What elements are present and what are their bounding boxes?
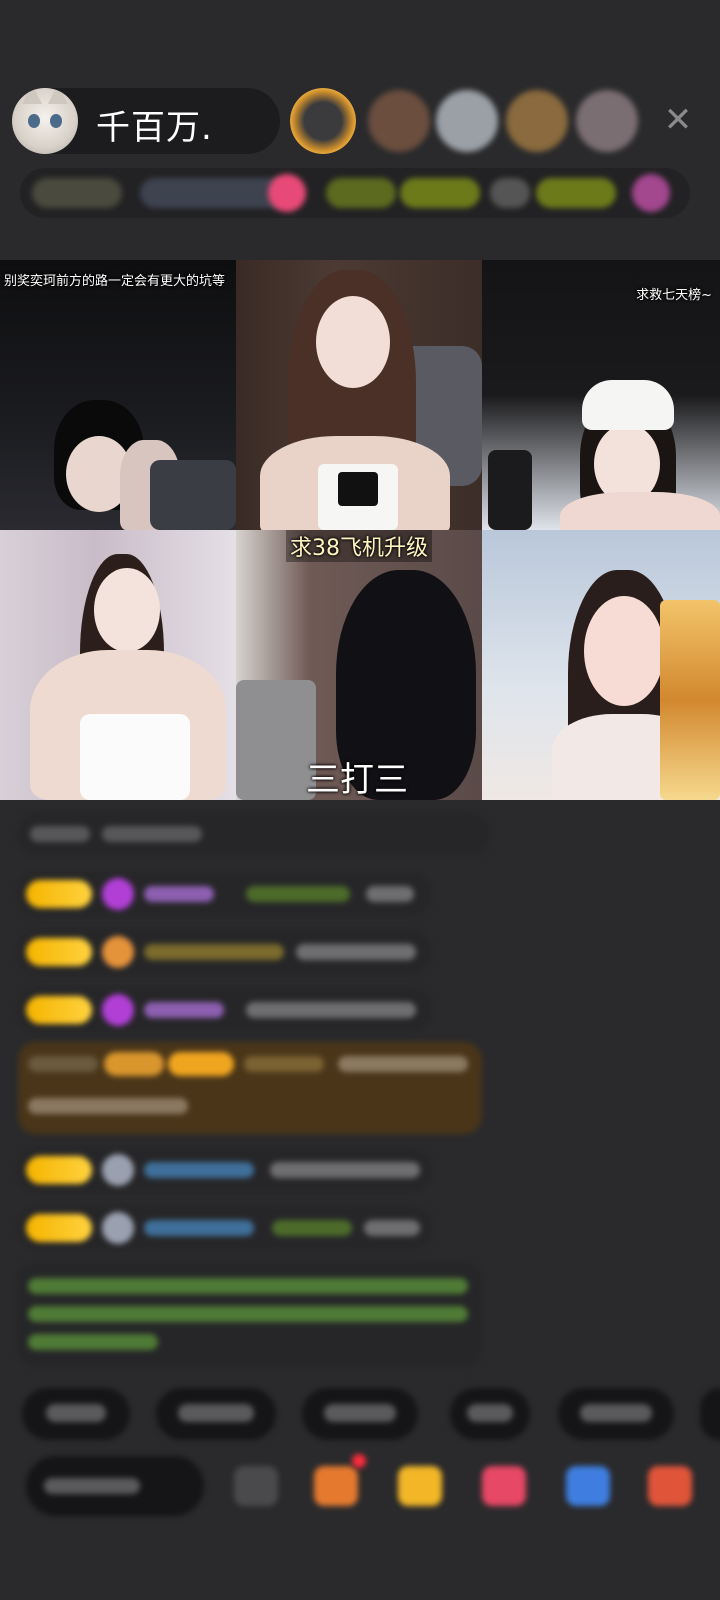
diamond-icon <box>102 994 134 1026</box>
message-text <box>364 1220 420 1236</box>
user-avatar <box>102 1212 134 1244</box>
diamond-icon <box>102 878 134 910</box>
message-text <box>270 1162 420 1178</box>
avatar-ear <box>22 88 42 104</box>
streamer-top <box>80 714 190 800</box>
username <box>144 1220 254 1236</box>
host-avatar[interactable] <box>12 88 78 154</box>
stream-tile[interactable]: 求38飞机升级 三打三 <box>236 530 482 800</box>
viewer-avatar[interactable] <box>290 88 356 154</box>
streamer-face <box>94 568 160 652</box>
message-text <box>246 1002 416 1018</box>
quick-reply-button[interactable] <box>156 1388 276 1440</box>
quick-reply-button[interactable] <box>302 1388 418 1440</box>
heart-icon[interactable] <box>482 1466 526 1506</box>
more-icon[interactable] <box>234 1466 278 1506</box>
notification-dot <box>352 1454 366 1468</box>
level-badge <box>26 1156 92 1184</box>
tile-caption: 求38飞机升级 <box>286 530 432 562</box>
tile-subtitle: 三打三 <box>306 760 408 800</box>
chair <box>236 680 316 800</box>
username <box>244 1056 324 1072</box>
quick-reply-button[interactable] <box>700 1388 720 1440</box>
stream-tile[interactable] <box>482 530 720 800</box>
golden-effect <box>660 600 720 800</box>
username <box>144 886 214 902</box>
level-badge <box>26 1214 92 1242</box>
video-grid: 别奖奕珂前方的路一定会有更大的坑等 求救七天榜~ 求38飞机升级 三打三 <box>0 260 720 800</box>
host-name: 千百万. <box>96 108 213 148</box>
username <box>144 1002 224 1018</box>
chat-message[interactable] <box>18 1148 432 1192</box>
highlight-message[interactable] <box>18 1042 482 1134</box>
viewer-avatar[interactable] <box>436 90 498 152</box>
level-badge <box>168 1052 234 1076</box>
chat-message[interactable] <box>18 930 432 974</box>
username <box>272 1220 352 1236</box>
streamer-face <box>316 296 390 388</box>
system-notice <box>18 1262 482 1366</box>
comment-input[interactable] <box>26 1456 204 1516</box>
tile-caption: 求救七天榜~ <box>636 288 712 303</box>
gift-box-icon[interactable] <box>314 1466 358 1506</box>
level-badge <box>26 880 92 908</box>
tag-chip[interactable] <box>490 178 530 208</box>
quick-reply-button[interactable] <box>558 1388 674 1440</box>
quick-reply-button[interactable] <box>22 1388 130 1440</box>
blanket <box>150 460 236 530</box>
avatar-ear <box>48 88 68 104</box>
username <box>144 1162 254 1178</box>
tag-chip[interactable] <box>536 178 616 208</box>
chat-message[interactable] <box>18 872 432 916</box>
message-text <box>102 826 202 842</box>
chat-message[interactable] <box>18 988 432 1032</box>
user-avatar <box>102 1154 134 1186</box>
level-badge <box>26 938 92 966</box>
chat-icon[interactable] <box>566 1466 610 1506</box>
gift-icon[interactable] <box>268 174 306 212</box>
streamer-body <box>560 492 720 530</box>
tile-caption: 别奖奕珂前方的路一定会有更大的坑等 <box>4 274 226 289</box>
info-strip <box>20 168 690 218</box>
stream-tile[interactable]: 求救七天榜~ <box>482 260 720 530</box>
notice-text <box>28 1278 468 1294</box>
username <box>144 944 284 960</box>
bunny-ears-headband <box>582 380 674 430</box>
avatar-eye <box>50 114 62 128</box>
avatar-eye <box>28 114 40 128</box>
quick-reply-button[interactable] <box>450 1388 530 1440</box>
gift-icon[interactable] <box>398 1466 442 1506</box>
streamer-face <box>584 596 664 706</box>
level-badge <box>104 1052 164 1076</box>
level-badge <box>26 996 92 1024</box>
message-text <box>28 1098 188 1114</box>
input-placeholder <box>44 1478 140 1494</box>
tag-chip[interactable] <box>326 178 396 208</box>
stream-tile[interactable] <box>0 530 236 800</box>
message-text <box>30 826 90 842</box>
username <box>246 886 350 902</box>
stream-tile[interactable] <box>236 260 482 530</box>
host-profile[interactable]: 千百万. <box>12 88 280 154</box>
emoji-icon[interactable] <box>632 174 670 212</box>
bow <box>338 472 378 506</box>
message-text <box>366 886 414 902</box>
tag-chip[interactable] <box>400 178 480 208</box>
viewer-avatar[interactable] <box>576 90 638 152</box>
message-text <box>296 944 416 960</box>
chat-message[interactable] <box>18 1206 432 1250</box>
notice-text <box>28 1334 158 1350</box>
user-avatar <box>102 936 134 968</box>
notice-text <box>28 1306 468 1322</box>
viewer-avatar[interactable] <box>368 90 430 152</box>
chat-message[interactable] <box>18 812 490 856</box>
message-text <box>338 1056 468 1072</box>
viewer-avatar[interactable] <box>506 90 568 152</box>
rank-chip[interactable] <box>32 178 122 208</box>
gift-shop-icon[interactable] <box>648 1466 692 1506</box>
stream-tile[interactable]: 别奖奕珂前方的路一定会有更大的坑等 <box>0 260 236 530</box>
close-icon[interactable]: ✕ <box>660 102 696 138</box>
username <box>28 1056 98 1072</box>
microphone <box>488 450 532 530</box>
